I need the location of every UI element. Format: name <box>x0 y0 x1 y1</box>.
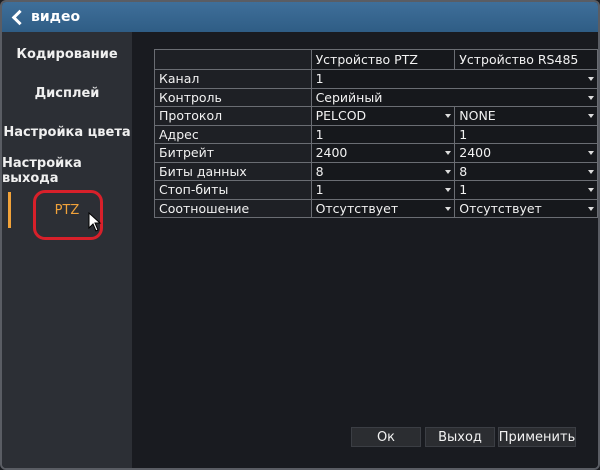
header-corner <box>154 49 312 70</box>
control-value: Серийный <box>315 89 383 105</box>
table-row: Битрейт 2400 2400 <box>154 143 598 163</box>
settings-window: видео Кодирование Дисплей Настройка цвет… <box>0 0 600 470</box>
rs485-protocol-value: NONE <box>459 108 496 124</box>
window-title: видео <box>31 9 81 25</box>
rs485-protocol-select[interactable]: NONE <box>454 106 598 126</box>
rs485-address-input[interactable]: 1 <box>454 124 598 144</box>
dropdown-arrow-icon <box>588 114 594 118</box>
table-row: Адрес 1 1 <box>154 124 598 144</box>
table-row: Биты данных 8 8 <box>154 161 598 181</box>
row-label-data-bits: Биты данных <box>154 161 312 181</box>
ptz-parity-value: Отсутствует <box>315 200 399 216</box>
dropdown-arrow-icon <box>588 77 594 81</box>
ok-button[interactable]: Ок <box>351 427 421 447</box>
ptz-parity-select[interactable]: Отсутствует <box>310 198 456 218</box>
back-button[interactable]: видео <box>10 9 80 25</box>
dropdown-arrow-icon <box>445 206 452 211</box>
table-row: Стоп-биты 1 1 <box>154 180 598 200</box>
title-bar: видео <box>2 2 598 32</box>
rs485-parity-select[interactable]: Отсутствует <box>454 198 598 218</box>
dropdown-arrow-icon <box>588 188 594 192</box>
ptz-settings-table: Устройство PTZ Устройство RS485 Канал 1 … <box>154 49 598 218</box>
apply-button[interactable]: Применить <box>498 427 576 447</box>
rs485-stop-bits-value: 1 <box>459 182 468 198</box>
sidebar-item-display[interactable]: Дисплей <box>2 75 132 111</box>
sidebar: Кодирование Дисплей Настройка цвета Наст… <box>2 32 132 468</box>
ptz-stop-bits-select[interactable]: 1 <box>310 180 456 200</box>
header-ptz-device: Устройство PTZ <box>310 49 456 70</box>
row-label-stop-bits: Стоп-биты <box>154 180 312 200</box>
ptz-data-bits-select[interactable]: 8 <box>310 161 456 181</box>
header-rs485-device: Устройство RS485 <box>454 49 598 70</box>
exit-button[interactable]: Выход <box>425 427 495 447</box>
row-label-parity: Соотношение <box>154 198 312 218</box>
table-header-row: Устройство PTZ Устройство RS485 <box>154 49 598 70</box>
dropdown-arrow-icon <box>445 169 452 174</box>
ptz-address-input[interactable]: 1 <box>310 124 456 144</box>
rs485-data-bits-select[interactable]: 8 <box>454 161 598 181</box>
sidebar-item-output-settings[interactable]: Настройка выхода <box>2 153 132 189</box>
sidebar-item-encoding[interactable]: Кодирование <box>2 36 132 72</box>
dropdown-arrow-icon <box>588 169 594 174</box>
ptz-data-bits-value: 8 <box>315 163 324 179</box>
dropdown-arrow-icon <box>445 151 452 155</box>
dropdown-arrow-icon <box>588 206 594 211</box>
mouse-pointer-icon <box>88 212 102 232</box>
dropdown-arrow-icon <box>588 95 594 100</box>
channel-value: 1 <box>315 71 324 87</box>
row-label-address: Адрес <box>154 124 312 144</box>
dropdown-arrow-icon <box>445 114 452 118</box>
row-label-control: Контроль <box>154 87 312 107</box>
ptz-baudrate-value: 2400 <box>315 145 348 161</box>
table-row: Канал 1 <box>154 69 598 89</box>
rs485-baudrate-select[interactable]: 2400 <box>454 143 598 163</box>
chevron-left-icon <box>11 9 28 25</box>
table-row: Протокол PELCOD NONE <box>154 106 598 126</box>
ptz-stop-bits-value: 1 <box>315 182 324 198</box>
rs485-parity-value: Отсутствует <box>459 200 542 216</box>
ptz-protocol-value: PELCOD <box>315 108 367 124</box>
sidebar-item-color-settings[interactable]: Настройка цвета <box>2 114 132 150</box>
rs485-data-bits-value: 8 <box>459 163 468 179</box>
control-select[interactable]: Серийный <box>310 87 598 107</box>
ptz-baudrate-select[interactable]: 2400 <box>310 143 456 163</box>
channel-select[interactable]: 1 <box>310 69 598 89</box>
ptz-protocol-select[interactable]: PELCOD <box>310 106 456 126</box>
table-row: Соотношение Отсутствует Отсутствует <box>154 198 598 218</box>
row-label-baudrate: Битрейт <box>154 143 312 163</box>
rs485-stop-bits-select[interactable]: 1 <box>454 180 598 200</box>
dropdown-arrow-icon <box>445 188 452 192</box>
row-label-protocol: Протокол <box>154 106 312 126</box>
table-row: Контроль Серийный <box>154 87 598 107</box>
rs485-baudrate-value: 2400 <box>459 145 492 161</box>
row-label-channel: Канал <box>154 69 312 89</box>
dropdown-arrow-icon <box>588 151 594 155</box>
